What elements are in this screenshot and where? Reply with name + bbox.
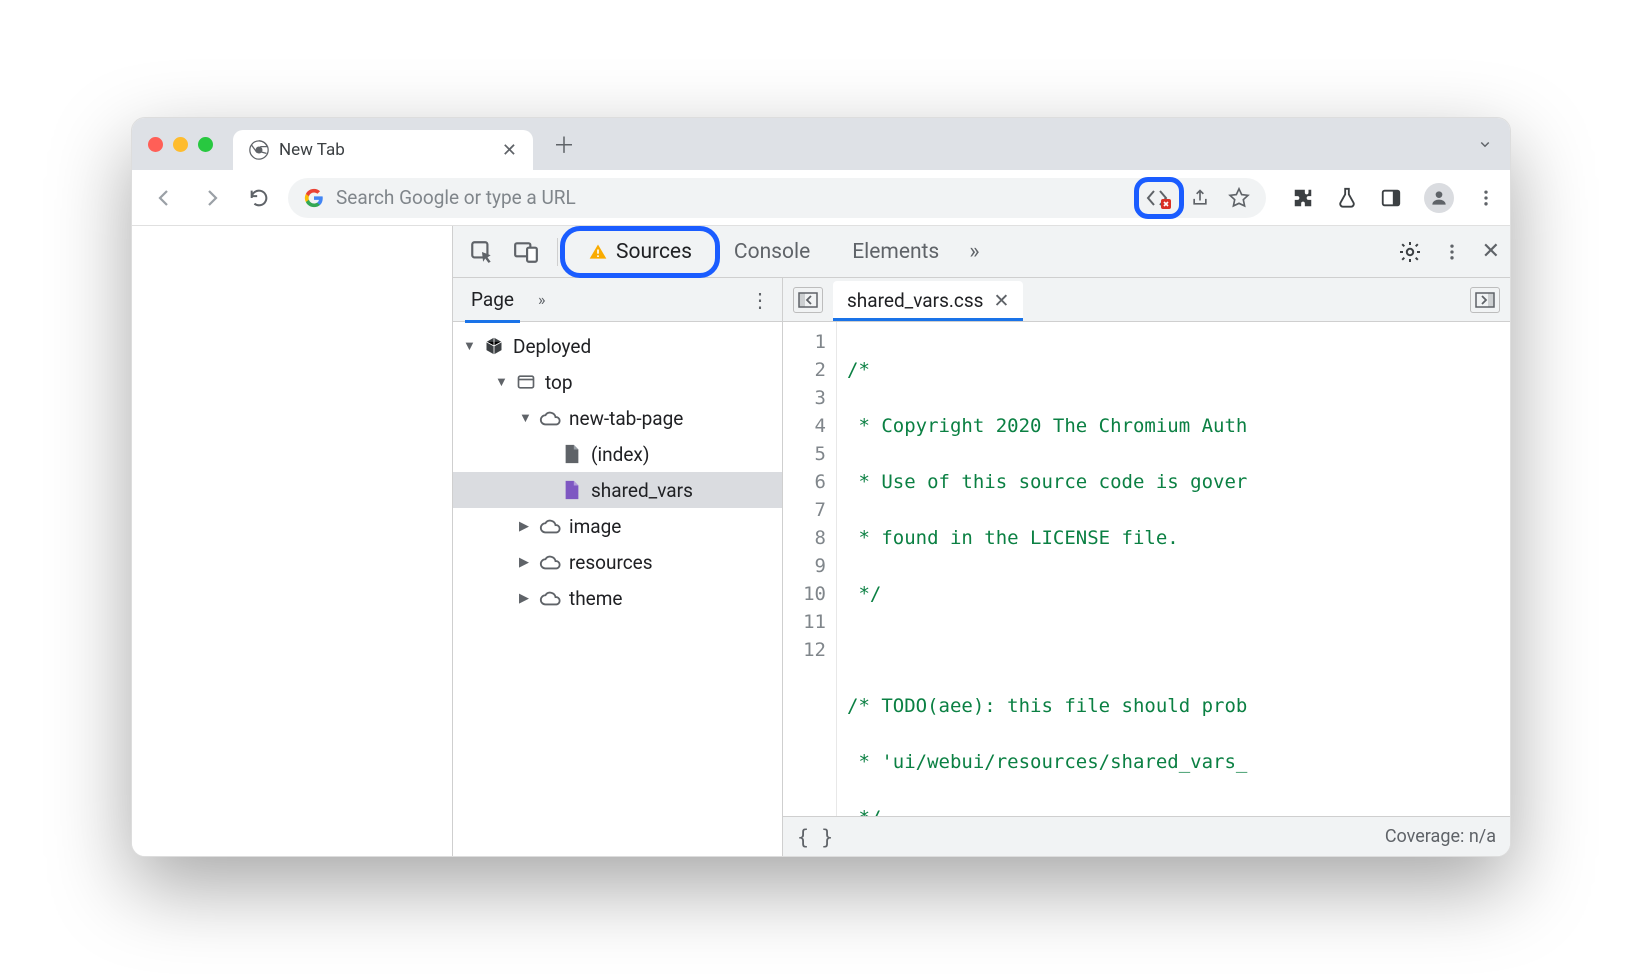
file-tree: ▼ Deployed ▼ top — [453, 322, 782, 856]
tree-image[interactable]: ▶ image — [453, 508, 782, 544]
devtools-indicator-icon[interactable] — [1146, 187, 1172, 209]
chrome-favicon-icon — [249, 140, 269, 160]
sidebar-tabs: Page » ⋮ — [453, 278, 782, 322]
devtools-tabbar: Sources Console Elements » — [453, 226, 1510, 278]
sources-sidebar: Page » ⋮ ▼ Deployed — [453, 278, 783, 856]
reload-button[interactable] — [242, 181, 276, 215]
file-tab-label: shared_vars.css — [847, 289, 983, 312]
tree-top[interactable]: ▼ top — [453, 364, 782, 400]
tree-resources[interactable]: ▶ resources — [453, 544, 782, 580]
content-area: Sources Console Elements » — [132, 226, 1510, 856]
forward-button[interactable] — [194, 180, 230, 216]
cloud-icon — [539, 587, 561, 609]
tab-sources[interactable]: Sources — [570, 232, 710, 272]
frame-icon — [515, 371, 537, 393]
cloud-icon — [539, 515, 561, 537]
minimize-window-button[interactable] — [173, 137, 188, 152]
navigation-toolbar: Search Google or type a URL — [132, 170, 1510, 226]
inspect-element-icon[interactable] — [463, 233, 501, 271]
code-content: /* * Copyright 2020 The Chromium Auth * … — [837, 322, 1510, 816]
hide-details-icon[interactable] — [1470, 287, 1500, 313]
code-editor[interactable]: 1 2 3 4 5 6 7 8 9 10 11 12 /* * Copyrigh… — [783, 322, 1510, 816]
share-icon[interactable] — [1190, 188, 1210, 208]
labs-icon[interactable] — [1336, 187, 1358, 209]
side-panel-icon[interactable] — [1380, 187, 1402, 209]
page-viewport — [132, 226, 452, 856]
tree-new-tab-page[interactable]: ▼ new-tab-page — [453, 400, 782, 436]
google-g-icon — [304, 188, 324, 208]
browser-tab[interactable]: New Tab ✕ — [233, 130, 533, 170]
maximize-window-button[interactable] — [198, 137, 213, 152]
new-tab-button[interactable]: ＋ — [545, 124, 583, 164]
sidebar-tab-page[interactable]: Page — [465, 280, 520, 319]
toolbar-actions — [1292, 183, 1496, 213]
extensions-icon[interactable] — [1292, 187, 1314, 209]
line-gutter: 1 2 3 4 5 6 7 8 9 10 11 12 — [783, 322, 837, 816]
editor-pane: shared_vars.css ✕ 1 2 3 4 5 6 7 8 9 10 1… — [783, 278, 1510, 856]
editor-statusbar: { } Coverage: n/a — [783, 816, 1510, 856]
window-controls — [148, 137, 213, 152]
close-file-tab-icon[interactable]: ✕ — [993, 289, 1009, 312]
tab-elements-label: Elements — [852, 240, 939, 264]
devtools-panel: Sources Console Elements » — [452, 226, 1510, 856]
editor-tabs: shared_vars.css ✕ — [783, 278, 1510, 322]
close-window-button[interactable] — [148, 137, 163, 152]
browser-window: New Tab ✕ ＋ Search Google or type a URL — [131, 117, 1511, 857]
tab-elements[interactable]: Elements — [834, 232, 957, 272]
profile-avatar-icon[interactable] — [1424, 183, 1454, 213]
cloud-icon — [539, 551, 561, 573]
tabs-dropdown-icon[interactable] — [1476, 135, 1494, 153]
tab-console-label: Console — [734, 240, 810, 264]
document-icon — [561, 443, 583, 465]
css-file-icon — [561, 479, 583, 501]
show-navigator-icon[interactable] — [793, 287, 823, 313]
sidebar-more-tabs-icon[interactable]: » — [538, 290, 546, 309]
tab-console[interactable]: Console — [716, 232, 828, 272]
omnibox[interactable]: Search Google or type a URL — [288, 178, 1266, 218]
more-tabs-icon[interactable]: » — [963, 233, 985, 270]
sidebar-menu-icon[interactable]: ⋮ — [750, 288, 770, 312]
browser-menu-icon[interactable] — [1476, 188, 1496, 208]
warning-icon — [588, 242, 608, 262]
tab-title: New Tab — [279, 140, 492, 160]
tree-shared-vars[interactable]: shared_vars — [453, 472, 782, 508]
devtools-menu-icon[interactable] — [1442, 242, 1462, 262]
close-devtools-icon[interactable]: ✕ — [1482, 239, 1500, 264]
pretty-print-icon[interactable]: { } — [797, 825, 833, 849]
close-tab-icon[interactable]: ✕ — [502, 140, 517, 161]
settings-gear-icon[interactable] — [1398, 240, 1422, 264]
cloud-icon — [539, 407, 561, 429]
tree-index[interactable]: (index) — [453, 436, 782, 472]
tab-sources-label: Sources — [616, 240, 692, 264]
tree-deployed[interactable]: ▼ Deployed — [453, 328, 782, 364]
tree-theme[interactable]: ▶ theme — [453, 580, 782, 616]
coverage-status: Coverage: n/a — [1385, 826, 1496, 847]
omnibox-placeholder: Search Google or type a URL — [336, 186, 1134, 209]
device-toggle-icon[interactable] — [507, 233, 545, 271]
titlebar: New Tab ✕ ＋ — [132, 118, 1510, 170]
cube-icon — [483, 335, 505, 357]
bookmark-star-icon[interactable] — [1228, 187, 1250, 209]
back-button[interactable] — [146, 180, 182, 216]
file-tab-shared-vars[interactable]: shared_vars.css ✕ — [833, 281, 1023, 320]
